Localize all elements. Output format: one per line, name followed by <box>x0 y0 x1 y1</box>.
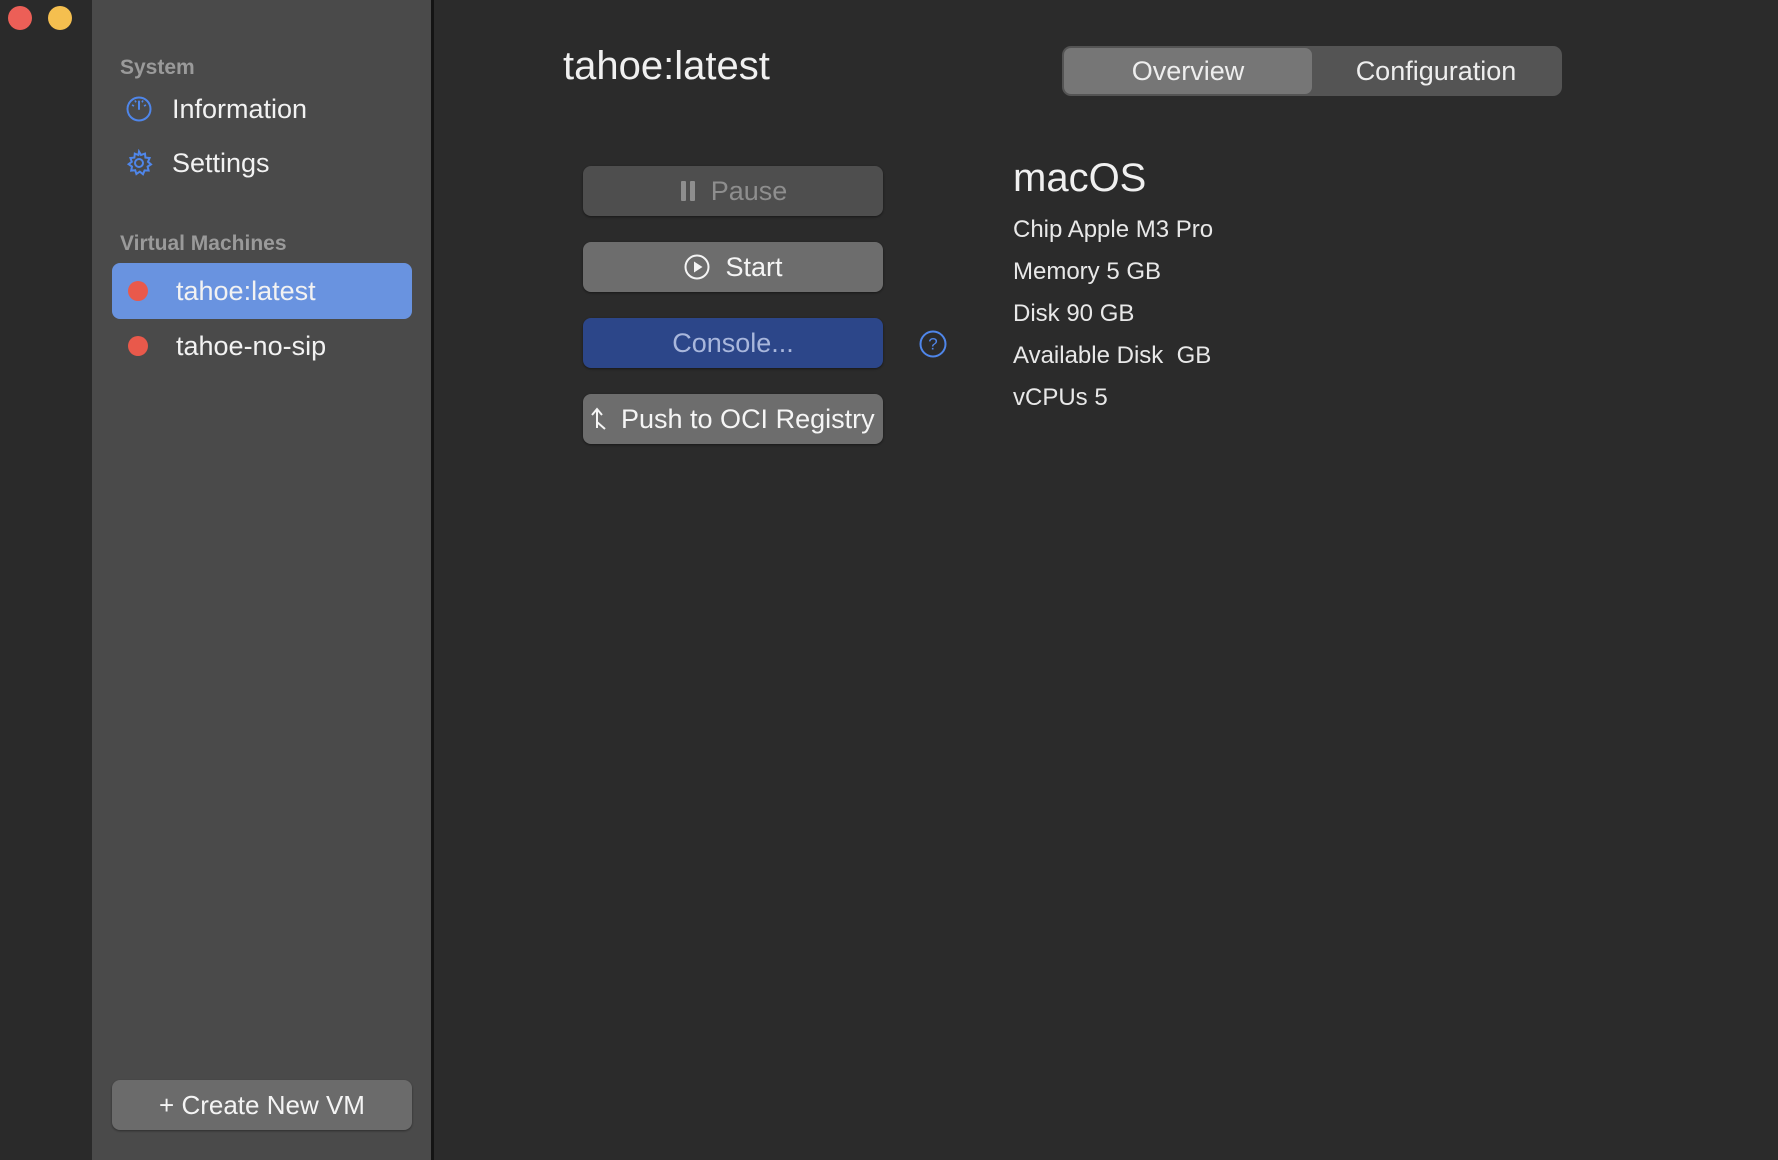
tab-configuration[interactable]: Configuration <box>1312 48 1560 94</box>
pause-icon <box>679 180 697 202</box>
start-button[interactable]: Start <box>583 242 883 292</box>
spec-chip: Chip Apple M3 Pro <box>1013 216 1214 243</box>
section-header-virtual-machines: Virtual Machines <box>120 232 287 255</box>
section-header-system: System <box>120 56 195 79</box>
sidebar-item-label: tahoe-no-sip <box>176 330 327 361</box>
pause-label: Pause <box>710 175 788 206</box>
sidebar: System Information Settings Virtual Mach… <box>92 0 432 1160</box>
view-tabs: Overview Configuration <box>1062 46 1562 96</box>
close-window-button[interactable] <box>8 6 32 30</box>
sidebar-item-vm-tahoe-latest[interactable]: tahoe:latest <box>112 263 412 319</box>
help-icon[interactable]: ? <box>918 329 948 359</box>
page-title: tahoe:latest <box>563 44 770 88</box>
push-to-oci-registry-button[interactable]: Push to OCI Registry <box>583 394 883 444</box>
upload-arrow-icon <box>591 406 607 432</box>
gear-icon <box>124 148 154 178</box>
sidebar-item-label: tahoe:latest <box>176 275 316 306</box>
sidebar-item-label: Settings <box>172 147 270 178</box>
gauge-icon <box>124 94 154 124</box>
sidebar-item-label: Information <box>172 93 308 124</box>
window-chrome <box>0 0 92 1160</box>
start-label: Start <box>725 251 783 282</box>
sidebar-item-settings[interactable]: Settings <box>112 135 412 191</box>
os-name: macOS <box>1013 156 1147 200</box>
spec-available-disk: Available Disk GB <box>1013 342 1212 369</box>
sidebar-item-information[interactable]: Information <box>112 81 412 137</box>
spec-vcpus: vCPUs 5 <box>1013 384 1108 411</box>
app-window: System Information Settings Virtual Mach… <box>0 0 1778 1160</box>
console-button[interactable]: Console... <box>583 318 883 368</box>
status-indicator <box>128 336 148 356</box>
play-circle-icon <box>683 253 711 281</box>
push-label: Push to OCI Registry <box>621 403 875 434</box>
status-indicator <box>128 281 148 301</box>
pause-button[interactable]: Pause <box>583 166 883 216</box>
svg-text:?: ? <box>928 335 937 354</box>
main-content: tahoe:latest Overview Configuration Paus… <box>434 0 1778 1160</box>
minimize-window-button[interactable] <box>48 6 72 30</box>
sidebar-item-vm-tahoe-no-sip[interactable]: tahoe-no-sip <box>112 318 412 374</box>
spec-disk: Disk 90 GB <box>1013 300 1135 327</box>
tab-overview[interactable]: Overview <box>1064 48 1312 94</box>
spec-memory: Memory 5 GB <box>1013 258 1162 285</box>
create-new-vm-button[interactable]: + Create New VM <box>112 1080 412 1130</box>
